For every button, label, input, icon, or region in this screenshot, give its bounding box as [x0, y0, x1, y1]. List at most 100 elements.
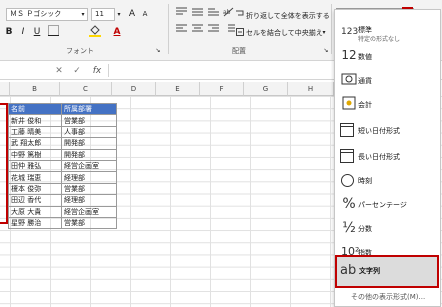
shrink-font-button[interactable]: A: [138, 7, 152, 21]
enter-icon[interactable]: ✓: [70, 64, 84, 78]
indent-button[interactable]: [222, 24, 236, 38]
name-cell[interactable]: 大原 大貴: [8, 205, 62, 218]
indent-icon: [227, 24, 235, 32]
align-top-button[interactable]: [174, 7, 188, 21]
column-header-d[interactable]: D: [112, 82, 156, 96]
align-center-button[interactable]: [190, 24, 204, 38]
column-header-f[interactable]: F: [200, 82, 244, 96]
column-header-e[interactable]: E: [156, 82, 200, 96]
menu-item-number[interactable]: 12 数値: [336, 46, 440, 68]
align-bottom-icon: [207, 8, 219, 16]
name-cell[interactable]: 工藤 晴美: [8, 125, 62, 139]
menu-item-label: 時刻: [358, 177, 372, 185]
name-cell[interactable]: 榎本 俊弥: [8, 182, 62, 196]
name-cell[interactable]: 中野 篤樹: [8, 148, 62, 161]
clock-icon: [341, 174, 354, 187]
bold-button[interactable]: B: [2, 25, 16, 39]
wrap-text-icon: [236, 9, 244, 23]
name-cell[interactable]: 田仲 雅弘: [8, 159, 62, 173]
menu-item-short-date[interactable]: 短い日付形式: [336, 120, 440, 142]
menu-item-accounting[interactable]: 会計: [336, 94, 440, 116]
menu-item-general[interactable]: 123 標準 特定の形式なし: [336, 24, 440, 46]
column-header-c[interactable]: C: [60, 82, 112, 96]
number-format-menu: 123 標準 特定の形式なし 12 数値 通貨 会計 短い日付形式 長い日付形式…: [334, 9, 441, 307]
department-cell[interactable]: 開発部: [61, 137, 117, 150]
name-cell[interactable]: 新井 俊和: [8, 114, 62, 127]
name-cell[interactable]: 武 翔太郎: [8, 137, 62, 150]
divider: [331, 4, 332, 54]
menu-item-text[interactable]: ab 文字列: [335, 255, 439, 288]
fill-color-button[interactable]: [88, 25, 102, 39]
font-size-value: 11: [95, 10, 104, 18]
menu-item-label: 長い日付形式: [358, 153, 400, 161]
paint-bucket-icon: [89, 25, 101, 37]
percent-icon: %: [342, 196, 356, 212]
department-cell[interactable]: 経理部: [61, 171, 117, 184]
department-cell[interactable]: 開発部: [61, 148, 117, 161]
department-cell[interactable]: 営業部: [61, 114, 117, 127]
table-row: 榎本 俊弥 営業部: [8, 182, 117, 196]
wrap-text-button[interactable]: 折り返して全体を表示する: [246, 11, 330, 21]
underline-button[interactable]: U: [30, 25, 44, 39]
column-header-g[interactable]: G: [244, 82, 288, 96]
department-cell[interactable]: 営業部: [61, 182, 117, 196]
department-cell[interactable]: 人事部: [61, 125, 117, 139]
chevron-down-icon[interactable]: ▾: [115, 8, 123, 22]
header-department-cell[interactable]: 所属部署: [61, 102, 117, 116]
table-row: 田辺 香代 経理部: [8, 194, 117, 207]
align-right-button[interactable]: [206, 24, 220, 38]
merge-center-button[interactable]: セルを結合して中央揃え: [246, 28, 323, 38]
department-cell[interactable]: 経理部: [61, 194, 117, 207]
svg-text:ab: ab: [223, 9, 231, 16]
currency-icon: [341, 72, 357, 88]
menu-item-label: 文字列: [359, 267, 380, 275]
table-row: 大原 大貴 経営企画室: [8, 205, 117, 218]
insert-function-button[interactable]: fx: [90, 64, 104, 78]
grow-font-button[interactable]: A: [125, 7, 139, 21]
formula-input[interactable]: [108, 64, 335, 77]
department-cell[interactable]: 経営企画室: [61, 159, 117, 173]
select-all-corner[interactable]: [0, 82, 10, 96]
font-name-select[interactable]: ＭＳ Ｐゴシック: [6, 8, 88, 21]
selection-highlight: [0, 103, 8, 224]
align-middle-icon: [191, 8, 203, 16]
font-group-label: フォント: [66, 47, 94, 55]
menu-item-fraction[interactable]: ½ 分数: [336, 218, 440, 240]
align-middle-button[interactable]: [190, 7, 204, 21]
chevron-down-icon[interactable]: ▾: [320, 26, 328, 40]
font-name-value: ＭＳ Ｐゴシック: [10, 10, 62, 18]
align-left-button[interactable]: [174, 24, 188, 38]
menu-item-currency[interactable]: 通貨: [336, 70, 440, 92]
menu-item-label: 会計: [358, 101, 372, 109]
merge-icon: [236, 27, 244, 41]
orientation-button[interactable]: ab: [222, 7, 236, 21]
department-cell[interactable]: 経営企画室: [61, 205, 117, 218]
cancel-icon[interactable]: ✕: [52, 64, 66, 78]
chevron-down-icon[interactable]: ▾: [78, 8, 88, 22]
dialog-launcher-icon[interactable]: ↘: [154, 44, 162, 58]
menu-item-percentage[interactable]: % パーセンテージ: [336, 194, 440, 216]
italic-button[interactable]: I: [16, 25, 30, 39]
name-cell[interactable]: 田辺 香代: [8, 194, 62, 207]
menu-item-time[interactable]: 時刻: [336, 170, 440, 192]
font-color-button[interactable]: A: [110, 25, 124, 39]
column-header-h[interactable]: H: [288, 82, 334, 96]
more-number-formats-link[interactable]: その他の表示形式(M)...: [351, 292, 425, 302]
dialog-launcher-icon[interactable]: ↘: [322, 44, 330, 58]
calendar-icon: [340, 123, 354, 137]
header-name-cell[interactable]: 名前: [8, 102, 62, 116]
department-cell[interactable]: 営業部: [61, 216, 117, 230]
align-left-icon: [175, 24, 187, 32]
calendar-icon: [340, 149, 354, 163]
column-header-b[interactable]: B: [10, 82, 60, 96]
name-cell[interactable]: 星野 勝治: [8, 216, 62, 230]
font-color-icon: A: [113, 27, 121, 37]
grow-font-icon: A: [128, 9, 136, 19]
name-cell[interactable]: 花城 瑞恵: [8, 171, 62, 184]
border-button[interactable]: [46, 25, 60, 39]
menu-item-long-date[interactable]: 長い日付形式: [336, 146, 440, 168]
table-row: 武 翔太郎 開発部: [8, 137, 117, 150]
underline-icon: U: [33, 27, 41, 37]
font-size-select[interactable]: 11: [91, 8, 115, 21]
align-bottom-button[interactable]: [206, 7, 220, 21]
